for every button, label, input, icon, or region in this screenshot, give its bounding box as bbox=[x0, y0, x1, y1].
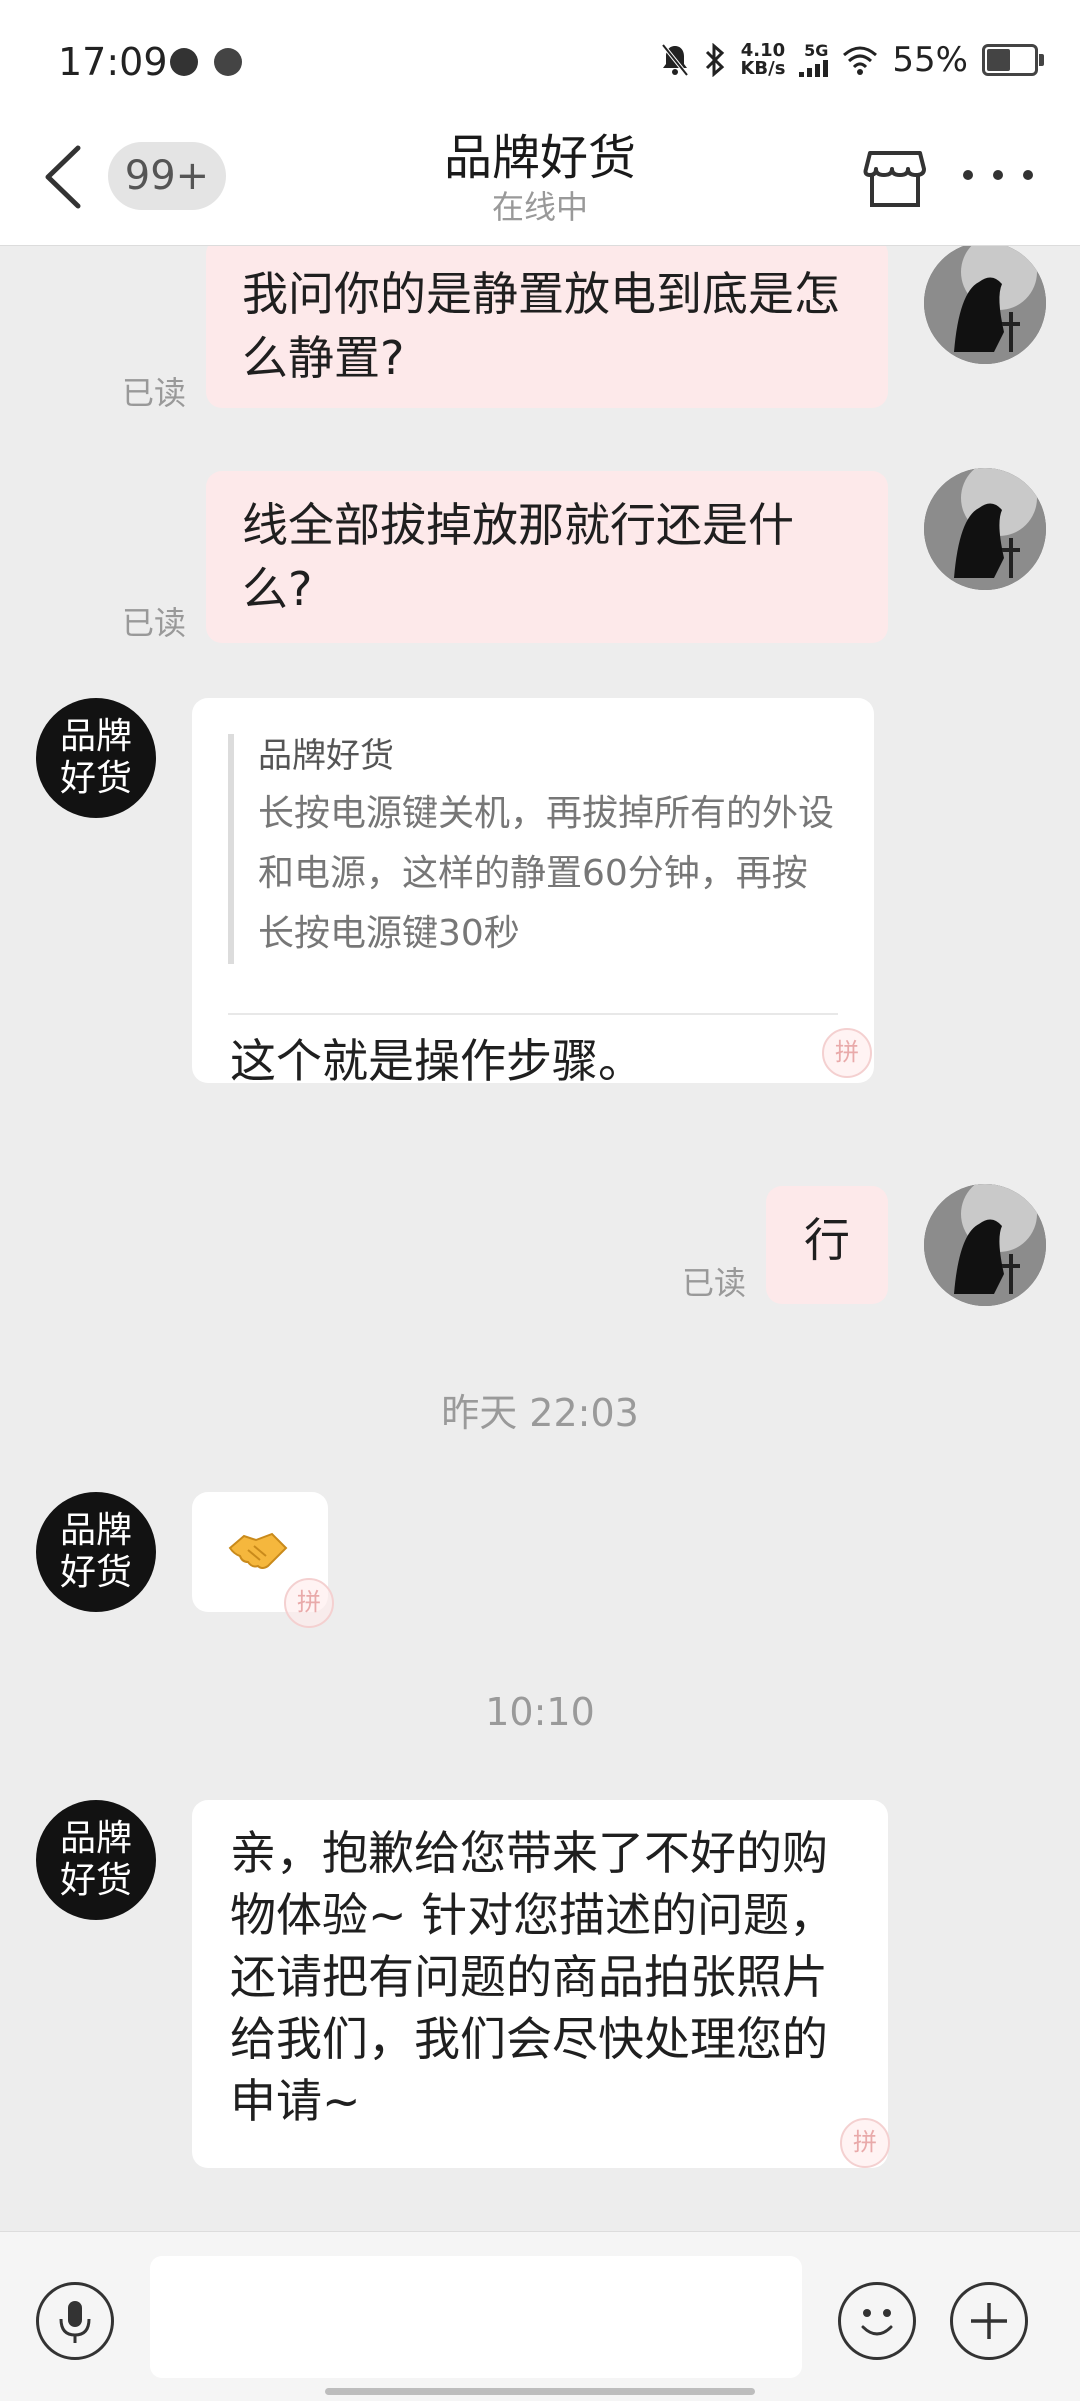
bluetooth-icon bbox=[706, 43, 725, 77]
user-avatar[interactable] bbox=[924, 1184, 1046, 1306]
plus-icon bbox=[971, 2303, 1007, 2339]
watermark-icon: 拼 bbox=[284, 1578, 334, 1628]
read-receipt: 已读 bbox=[682, 1264, 747, 1302]
read-receipt: 已读 bbox=[122, 374, 187, 412]
message-text: 行 bbox=[804, 1213, 850, 1267]
quote-divider bbox=[228, 1013, 838, 1015]
raven-avatar-image bbox=[924, 468, 1046, 590]
network-type: 5G bbox=[804, 41, 829, 60]
incoming-emoji-bubble[interactable]: 拼 bbox=[192, 1492, 334, 1628]
microphone-icon bbox=[59, 2301, 91, 2343]
shop-avatar[interactable]: 品牌好货 bbox=[36, 1492, 156, 1612]
smiley-icon bbox=[861, 2309, 893, 2336]
more-actions-button[interactable] bbox=[950, 2282, 1028, 2360]
watermark-icon: 拼 bbox=[840, 2118, 890, 2168]
raven-avatar-image bbox=[924, 246, 1046, 364]
chat-area[interactable]: 我问你的是静置放电到底是怎么静置? 已读 线全部拔掉放那就行还是什么? 已读 品… bbox=[0, 246, 1080, 2231]
emoji-button[interactable] bbox=[838, 2282, 916, 2360]
outgoing-message-bubble[interactable]: 行 bbox=[766, 1186, 888, 1304]
battery-icon bbox=[982, 44, 1044, 76]
raven-avatar-image bbox=[924, 1184, 1046, 1306]
mute-bell-icon bbox=[661, 43, 690, 77]
wifi-icon bbox=[843, 46, 878, 75]
message-text: 线全部拔掉放那就行还是什么? bbox=[242, 498, 794, 616]
message-text: 我问你的是静置放电到底是怎么静置? bbox=[242, 267, 840, 385]
read-receipt: 已读 bbox=[122, 604, 187, 642]
shop-avatar[interactable]: 品牌好货 bbox=[36, 698, 156, 818]
message-input-bar bbox=[0, 2231, 1080, 2401]
timestamp: 10:10 bbox=[485, 1690, 595, 1734]
home-indicator[interactable] bbox=[325, 2388, 755, 2395]
quoted-message: 品牌好货 长按电源键关机，再拔掉所有的外设和电源，这样的静置60分钟，再按长按电… bbox=[228, 734, 838, 964]
signal-icon bbox=[799, 59, 829, 77]
more-options-icon[interactable] bbox=[960, 160, 1036, 190]
message-text: 这个就是操作步骤。 bbox=[230, 1034, 644, 1088]
network-speed: 4.10 KB/s bbox=[740, 40, 786, 79]
notification-app-icon bbox=[170, 48, 198, 76]
timer-icon bbox=[214, 48, 242, 76]
chat-header: 99+ 品牌好货 在线中 bbox=[0, 110, 1080, 246]
quote-author: 品牌好货 bbox=[258, 736, 394, 776]
outgoing-message-bubble[interactable]: 我问你的是静置放电到底是怎么静置? bbox=[206, 246, 888, 408]
store-icon[interactable] bbox=[862, 145, 928, 211]
outgoing-message-bubble[interactable]: 线全部拔掉放那就行还是什么? bbox=[206, 471, 888, 643]
status-bar: 17:09 4.10 KB/s 5G 55% bbox=[0, 0, 1080, 110]
voice-input-button[interactable] bbox=[36, 2282, 114, 2360]
message-text: 亲，抱歉给您带来了不好的购物体验~ 针对您描述的问题，还请把有问题的商品拍张照片… bbox=[230, 1826, 836, 2128]
status-time: 17:09 bbox=[58, 40, 168, 84]
user-avatar[interactable] bbox=[924, 246, 1046, 364]
message-input[interactable] bbox=[150, 2256, 802, 2378]
timestamp: 昨天 22:03 bbox=[441, 1391, 639, 1435]
battery-percentage: 55% bbox=[892, 40, 968, 80]
quote-text: 长按电源键关机，再拔掉所有的外设和电源，这样的静置60分钟，再按长按电源键30秒 bbox=[258, 793, 835, 954]
incoming-message-bubble[interactable]: 亲，抱歉给您带来了不好的购物体验~ 针对您描述的问题，还请把有问题的商品拍张照片… bbox=[192, 1800, 890, 2168]
shop-avatar[interactable]: 品牌好货 bbox=[36, 1800, 156, 1920]
battery-fill bbox=[987, 49, 1011, 71]
handshake-emoji-icon bbox=[228, 1532, 288, 1569]
watermark-icon: 拼 bbox=[822, 1028, 872, 1078]
user-avatar[interactable] bbox=[924, 468, 1046, 590]
